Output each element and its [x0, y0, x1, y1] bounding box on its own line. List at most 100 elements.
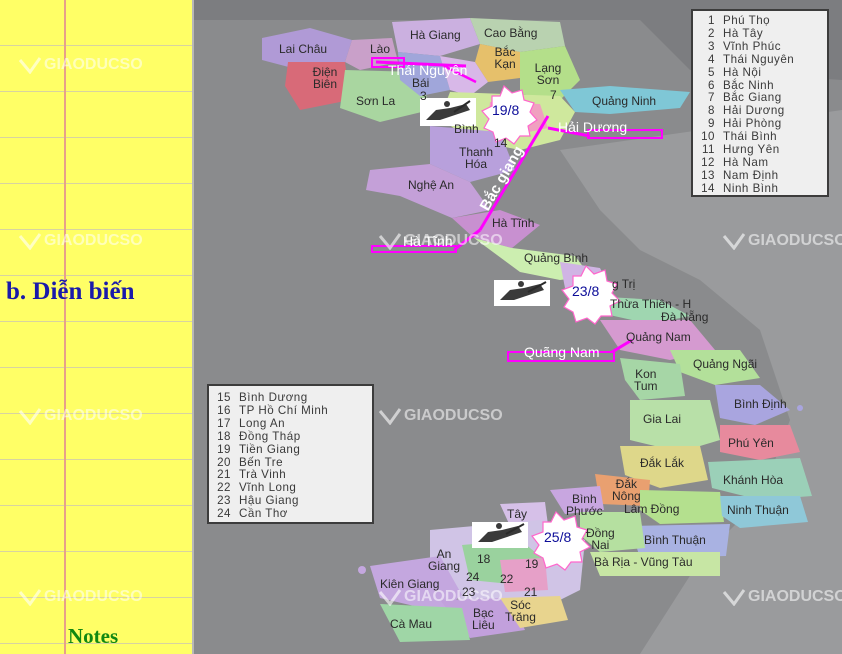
legend-province-name: Hà Tây: [723, 26, 764, 40]
legend-province-name: Ninh Bình: [723, 181, 779, 195]
legend-province-name: Cần Thơ: [239, 507, 288, 521]
soldier-icon-3: [472, 522, 528, 548]
map-label-kien-giang: Kiên Giang: [380, 577, 440, 591]
legend-number: 12: [701, 155, 715, 169]
legend-number: 19: [217, 442, 231, 456]
legend-row: 20 Bến Tre: [209, 455, 372, 470]
legend-south: 15 Bình Dương 16 TP Hồ Chí Minh 17 Long An 18 Đ…: [207, 384, 374, 524]
legend-province-name: Bắc Ninh: [723, 78, 775, 92]
legend-province-name: Hưng Yên: [723, 143, 780, 157]
notes-label[interactable]: Notes: [68, 624, 118, 649]
date-label-1: 19/8: [492, 102, 520, 118]
legend-number: 14: [701, 181, 715, 195]
overlay-quang-nam: Quãng Nam: [524, 344, 600, 360]
map-label-ca-mau: Cà Mau: [390, 617, 433, 631]
map-label-lao-cai: Lào: [370, 42, 391, 56]
map-label-ha-giang: Hà Giang: [410, 28, 461, 42]
legend-number: 4: [708, 52, 715, 66]
map-label-binh-dinh: Bình Định: [734, 397, 787, 411]
map-label-bac-lieu: Bạc Liêu: [472, 607, 495, 631]
map-label-hue: Thừa Thiên - H: [610, 297, 692, 311]
legend-number: 16: [217, 403, 231, 417]
map-label-n22: 22: [500, 572, 514, 586]
map-label-n24: 24: [466, 570, 480, 584]
legend-province-name: Vĩnh Long: [239, 481, 297, 495]
legend-row: 23 Hậu Giang: [209, 494, 372, 508]
map-label-tay-ninh: Tây: [507, 507, 528, 521]
map-label-n19: 19: [525, 557, 539, 571]
legend-row: 24 Cần Thơ: [209, 507, 372, 521]
legend-province-name: Thái Bình: [723, 130, 778, 144]
legend-number: 15: [217, 391, 231, 404]
map-label-soc-trang: Sóc Trăng: [505, 599, 536, 623]
map-label-dien-bien: Điện Biên: [312, 65, 338, 91]
date-label-3: 25/8: [544, 529, 572, 545]
map-label-da-nang: Đà Nẵng: [661, 310, 709, 324]
watermark-logo-icon: [18, 233, 42, 251]
map-label-lieu: Liêu: [472, 618, 495, 632]
watermark-logo-icon: [18, 408, 42, 426]
notes-panel: b. Diễn biến Notes: [0, 0, 194, 654]
legend-province-name: Hà Nội: [723, 65, 762, 79]
map-label-quang-nam: Quảng Nam: [626, 330, 691, 344]
map-label-quang-tri: g Trị: [612, 277, 636, 291]
legend-province-name: Trà Vinh: [239, 468, 287, 482]
map-label-n14: 14: [494, 136, 508, 150]
overlay-ha-tinh: Hà Tĩnh: [403, 233, 453, 249]
watermark-logo-icon: [378, 408, 402, 426]
map-label-quang-binh: Quảng Bình: [524, 251, 589, 265]
map-label-tum: Tum: [634, 379, 658, 393]
map-label-lai-chau: Lai Châu: [279, 42, 328, 56]
legend-number: 3: [708, 39, 715, 53]
legend-province-name: Bình Dương: [239, 391, 308, 404]
map-label-ninh-thuan: Ninh Thuận: [727, 503, 789, 517]
legend-number: 18: [217, 429, 231, 443]
map-label-dak-nong: Đắk Nông: [612, 478, 641, 502]
legend-province-name: Thái Nguyên: [723, 52, 795, 66]
watermark-logo-icon: [18, 57, 42, 75]
map-label-yen-bai: Bái: [412, 76, 430, 90]
watermark: GIAODUCSO: [18, 588, 143, 607]
map-label-quang-ninh: Quảng Ninh: [592, 94, 657, 108]
map-label-dak-lak: Đắk Lắk: [640, 456, 685, 470]
legend-province-name: Vĩnh Phúc: [723, 39, 781, 53]
legend-province-name: Bắc Giang: [723, 91, 782, 105]
map-label-an-giang: An Giang: [428, 548, 460, 572]
legend-number: 1: [708, 14, 715, 27]
map-label-binh-phuoc: Bình Phước: [566, 493, 603, 517]
watermark: GIAODUCSO: [18, 56, 143, 75]
map-label-nong: Nông: [612, 489, 641, 503]
legend-number: 2: [708, 26, 715, 40]
map-label-binh-thuan: Bình Thuận: [644, 533, 706, 547]
map-label-lang-son: Lạng Sơn: [534, 61, 562, 87]
watermark: GIAODUCSO: [722, 588, 842, 607]
legend-province-name: Hải Phòng: [723, 117, 782, 131]
overlay-hai-duong: Hải Dương: [558, 119, 628, 135]
map-label-ba-ria: Bà Rịa - Vũng Tàu: [594, 555, 693, 569]
legend-row: 14 Ninh Bình: [693, 181, 827, 196]
legend-province-name: Hải Dương: [723, 104, 785, 118]
map-label-bac-kan: Bắc Kạn: [494, 45, 516, 71]
map-label-n21: 21: [524, 585, 538, 599]
margin-line: [64, 0, 66, 654]
soldier-icon-2: [494, 280, 550, 306]
map-label-thanh-hoa: Thanh Hóa: [458, 145, 494, 171]
map-label-kon-tum: Kon Tum: [634, 368, 658, 392]
section-title: b. Diễn biến: [6, 278, 135, 305]
map-label-giang: Giang: [428, 559, 461, 573]
watermark: GIAODUCSO: [18, 407, 143, 426]
map-label-trang: Trăng: [505, 610, 536, 624]
map-label-gia-lai: Gia Lai: [643, 412, 682, 426]
map-label-nghe-an: Nghệ An: [408, 178, 455, 192]
watermark-logo-icon: [18, 589, 42, 607]
map-label-quang-ngai: Quảng Ngãi: [693, 357, 758, 371]
date-label-2: 23/8: [572, 283, 600, 299]
watermark: GIAODUCSO: [722, 232, 842, 251]
watermark-logo-icon: [722, 233, 746, 251]
legend-north: 1 Phú Thọ 2 Hà Tây 3 Vĩnh Phúc 4 Thái Nguyên 5 Hà…: [691, 9, 829, 197]
legend-province-name: Tiền Giang: [239, 442, 301, 456]
map-label-lam-dong: Lâm Đồng: [624, 502, 680, 516]
legend-province-name: Bến Tre: [239, 455, 284, 469]
map-label-dong-nai: Đồng Nai: [586, 527, 615, 551]
legend-number: 5: [708, 65, 715, 79]
